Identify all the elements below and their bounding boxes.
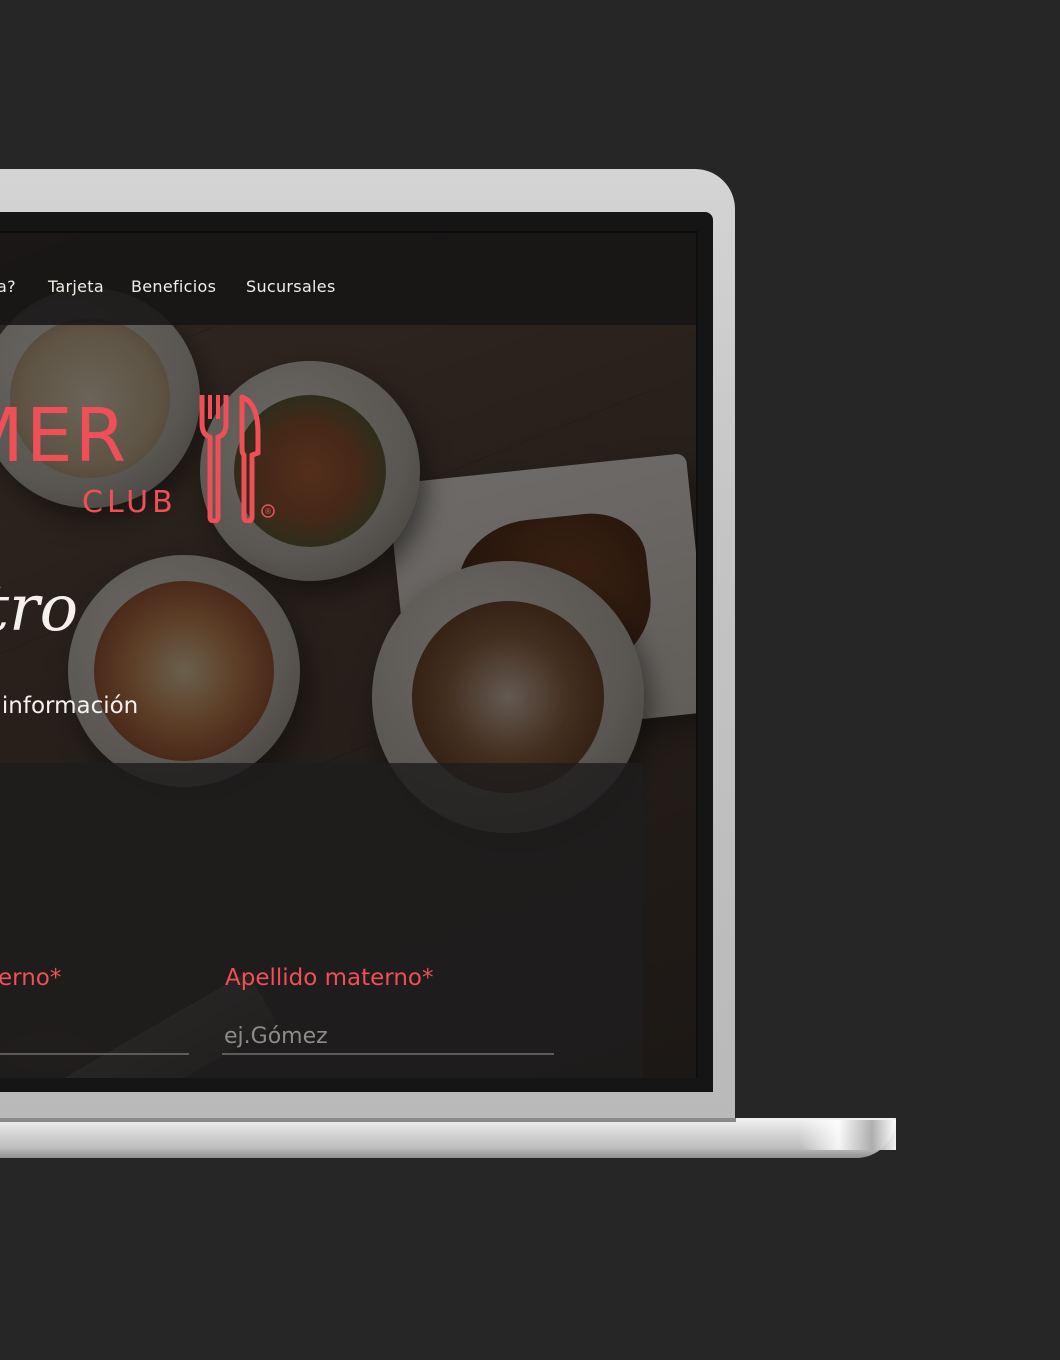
top-navbar: a? Tarjeta Beneficios Sucursales	[0, 233, 696, 325]
logo-club-text: CLUB	[82, 485, 177, 520]
apellido-materno-label: Apellido materno*	[225, 965, 434, 991]
laptop-base-highlight	[800, 1120, 896, 1150]
laptop-base	[0, 1118, 896, 1158]
nav-item-tarjeta[interactable]: Tarjeta	[48, 277, 104, 296]
nav-item-beneficios[interactable]: Beneficios	[131, 277, 216, 296]
nav-item-sucursales[interactable]: Sucursales	[246, 277, 336, 296]
laptop-hinge	[0, 1118, 736, 1122]
registered-mark: ®	[264, 507, 272, 516]
laptop-screen: a? Tarjeta Beneficios Sucursales MER ® C…	[0, 231, 698, 1078]
page-subtitle: u información	[0, 693, 139, 719]
mockup-stage: a? Tarjeta Beneficios Sucursales MER ® C…	[0, 0, 1060, 1360]
apellido-paterno-label: erno*	[0, 965, 62, 991]
apellido-paterno-input[interactable]	[0, 1019, 189, 1055]
nav-item-about[interactable]: a?	[0, 277, 16, 296]
page-title: istro	[0, 572, 79, 646]
fork-knife-icon: ®	[199, 394, 275, 523]
apellido-materno-input[interactable]	[222, 1019, 554, 1055]
logo-wordmark: MER	[0, 393, 129, 479]
